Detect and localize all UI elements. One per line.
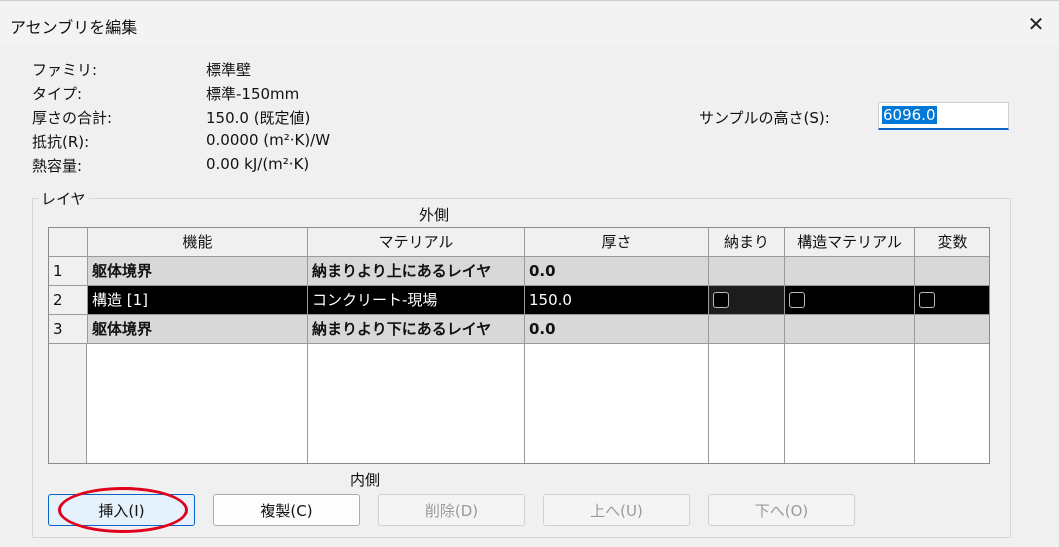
column-header-material[interactable]: マテリアル bbox=[308, 228, 525, 257]
layer-function-cell[interactable]: 構造 [1] bbox=[88, 286, 308, 315]
table-row[interactable]: 1 躯体境界 納まりより上にあるレイヤ 0.0 bbox=[49, 257, 989, 286]
interior-side-label: 内側 bbox=[350, 471, 381, 489]
family-label: ファミリ: bbox=[32, 61, 98, 79]
close-icon[interactable]: ✕ bbox=[1023, 11, 1049, 37]
table-row[interactable]: 3 躯体境界 納まりより下にあるレイヤ 0.0 bbox=[49, 315, 989, 344]
layer-material-cell[interactable]: 納まりより下にあるレイヤ bbox=[308, 315, 525, 344]
thermal-mass-label: 熱容量: bbox=[32, 157, 83, 175]
structural-material-checkbox[interactable] bbox=[789, 292, 805, 308]
insert-button[interactable]: 挿入(I) bbox=[48, 494, 195, 526]
layer-structural-cell bbox=[785, 315, 915, 344]
layer-thickness-cell[interactable]: 0.0 bbox=[525, 315, 709, 344]
table-header-row: 機能 マテリアル 厚さ 納まり 構造マテリアル 変数 bbox=[49, 228, 989, 257]
layer-function-cell[interactable]: 躯体境界 bbox=[88, 257, 308, 286]
row-number[interactable]: 2 bbox=[49, 286, 88, 315]
table-row-selected[interactable]: 2 構造 [1] コンクリート-現場 150.0 bbox=[49, 286, 989, 315]
layer-variable-cell bbox=[915, 315, 989, 344]
layer-structural-cell[interactable] bbox=[785, 286, 915, 315]
wraps-checkbox[interactable] bbox=[713, 292, 729, 308]
thermal-mass-value: 0.00 kJ/(m²·K) bbox=[206, 155, 310, 173]
column-divider bbox=[524, 344, 525, 463]
column-divider bbox=[708, 344, 709, 463]
resistance-label: 抵抗(R): bbox=[32, 133, 90, 151]
move-down-button: 下へ(O) bbox=[708, 494, 855, 526]
move-up-button: 上へ(U) bbox=[543, 494, 690, 526]
column-header-wraps[interactable]: 納まり bbox=[709, 228, 785, 257]
layer-variable-cell[interactable] bbox=[915, 286, 989, 315]
column-header-variable[interactable]: 変数 bbox=[915, 228, 989, 257]
layer-function-cell[interactable]: 躯体境界 bbox=[88, 315, 308, 344]
exterior-side-label: 外側 bbox=[419, 206, 450, 224]
delete-button: 削除(D) bbox=[378, 494, 525, 526]
sample-height-input[interactable]: 6096.0 bbox=[878, 102, 1009, 130]
total-thickness-label: 厚さの合計: bbox=[32, 109, 113, 127]
family-value: 標準壁 bbox=[206, 61, 252, 79]
column-divider bbox=[784, 344, 785, 463]
title-bar: アセンブリを編集 ✕ bbox=[0, 0, 1059, 47]
layer-wraps-cell bbox=[709, 315, 785, 344]
layer-wraps-cell[interactable] bbox=[709, 286, 785, 315]
layer-structural-cell bbox=[785, 257, 915, 286]
duplicate-button[interactable]: 複製(C) bbox=[213, 494, 360, 526]
sample-height-label: サンプルの高さ(S): bbox=[699, 109, 830, 127]
layer-wraps-cell bbox=[709, 257, 785, 286]
total-thickness-value: 150.0 (既定値) bbox=[206, 109, 311, 127]
variable-checkbox[interactable] bbox=[919, 292, 935, 308]
corner-header bbox=[49, 228, 88, 257]
column-header-structural-material[interactable]: 構造マテリアル bbox=[785, 228, 915, 257]
sample-height-value[interactable]: 6096.0 bbox=[882, 106, 937, 124]
row-number[interactable]: 3 bbox=[49, 315, 88, 344]
column-divider bbox=[914, 344, 915, 463]
resistance-value: 0.0000 (m²·K)/W bbox=[206, 131, 331, 149]
layers-table[interactable]: 機能 マテリアル 厚さ 納まり 構造マテリアル 変数 1 躯体境界 納まりより上… bbox=[48, 227, 990, 464]
layer-material-cell[interactable]: 納まりより上にあるレイヤ bbox=[308, 257, 525, 286]
type-label: タイプ: bbox=[32, 85, 83, 103]
layer-variable-cell bbox=[915, 257, 989, 286]
row-number[interactable]: 1 bbox=[49, 257, 88, 286]
column-divider bbox=[307, 344, 308, 463]
column-header-thickness[interactable]: 厚さ bbox=[525, 228, 709, 257]
window-title: アセンブリを編集 bbox=[10, 18, 138, 37]
layer-material-cell[interactable]: コンクリート-現場 bbox=[308, 286, 525, 315]
layer-thickness-cell[interactable]: 0.0 bbox=[525, 257, 709, 286]
layers-legend: レイヤ bbox=[38, 188, 89, 209]
column-header-function[interactable]: 機能 bbox=[88, 228, 308, 257]
type-value: 標準-150mm bbox=[206, 85, 300, 103]
layer-thickness-cell[interactable]: 150.0 bbox=[525, 286, 709, 315]
row-number-column-empty bbox=[49, 344, 87, 463]
